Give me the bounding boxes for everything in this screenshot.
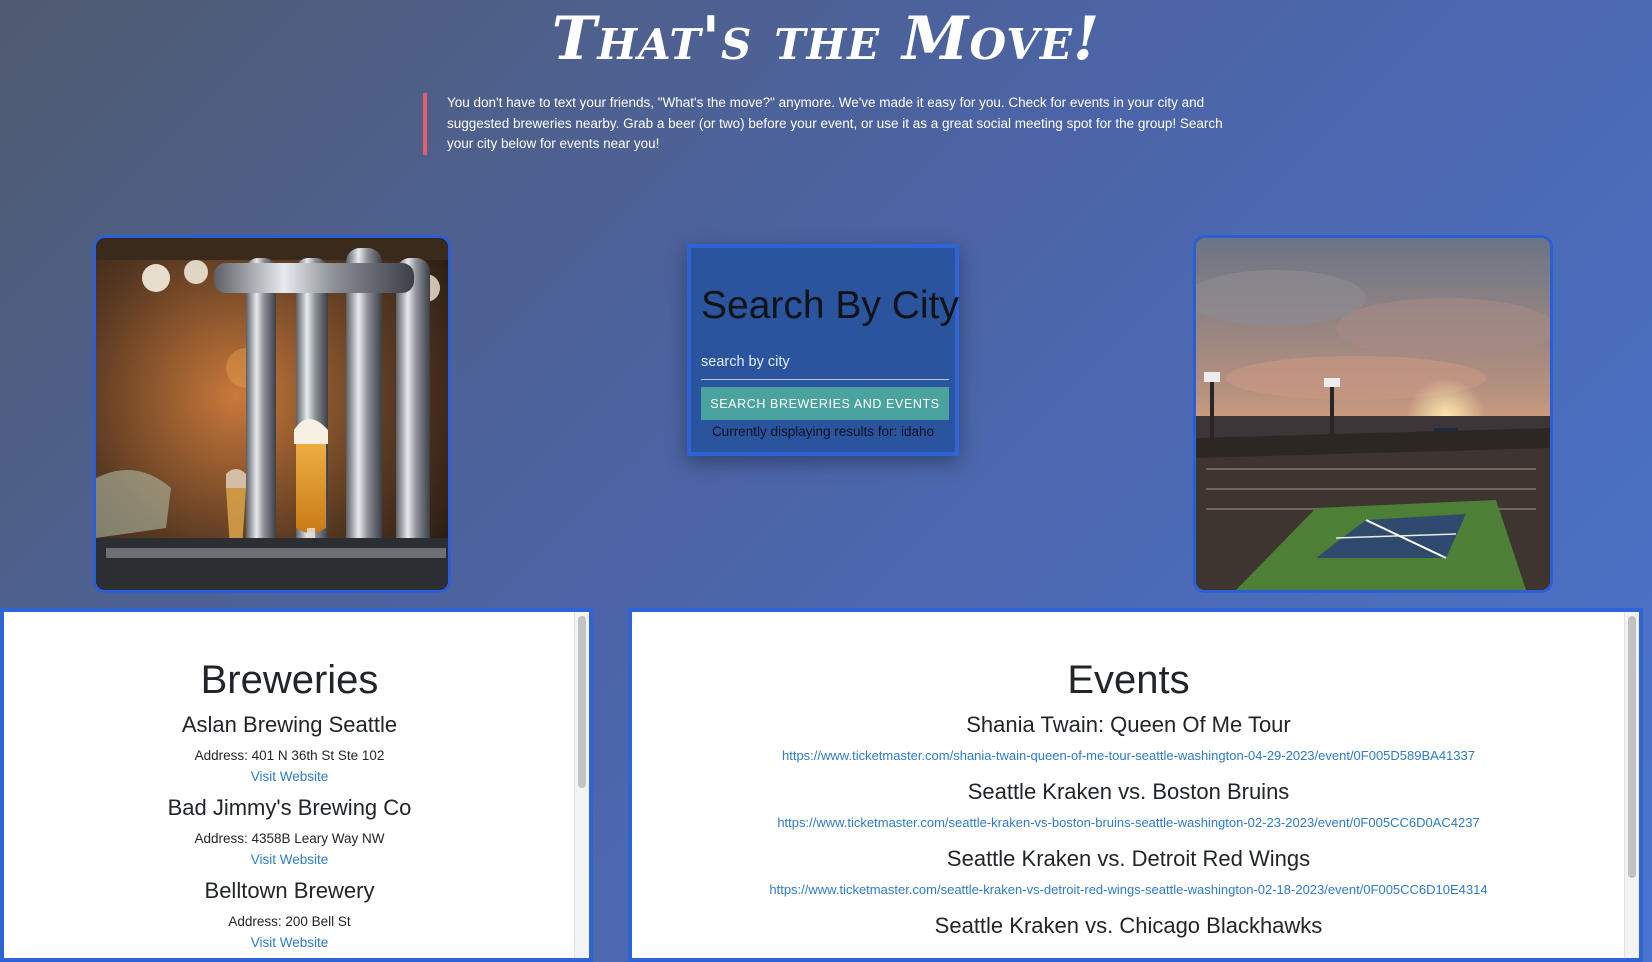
event-ticket-link[interactable]: https://www.ticketmaster.com/seattle-kra… [632,812,1625,833]
event-name: Seattle Kraken vs. Boston Bruins [967,779,1290,804]
event-ticket-link[interactable]: https://www.ticketmaster.com/seattle-kra… [632,879,1625,900]
search-button[interactable]: SEARCH BREWERIES AND EVENTS [701,387,949,420]
brewery-name: Bad Jimmy's Brewing Co [167,795,412,820]
events-scrollbar-thumb[interactable] [1628,616,1636,878]
events-scrollbar[interactable] [1624,612,1639,958]
brewery-name: Belltown Brewery [204,878,375,903]
event-item: Shania Twain: Queen Of Me Tour https://w… [632,709,1625,766]
brewery-address: Address: 4358B Leary Way NW [194,831,385,846]
brewery-website-link[interactable]: Visit Website [4,849,575,870]
events-heading: Events [1067,658,1190,702]
event-name: Seattle Kraken vs. Chicago Blackhawks [934,913,1323,938]
stadium-image [1196,238,1550,590]
events-panel[interactable]: Events Shania Twain: Queen Of Me Tour ht… [628,608,1643,962]
breweries-panel[interactable]: Breweries Aslan Brewing Seattle Address:… [0,608,593,962]
event-name: Seattle Kraken vs. Detroit Red Wings [946,846,1311,871]
event-ticket-link[interactable]: https://www.ticketmaster.com/shania-twai… [632,745,1625,766]
brewery-address: Address: 401 N 36th St Ste 102 [194,748,385,763]
brewery-address: Address: 200 Bell St [228,914,351,929]
breweries-scrollbar-thumb[interactable] [578,616,586,788]
event-item: Seattle Kraken vs. Chicago Blackhawks [632,910,1625,942]
breweries-heading: Breweries [200,658,379,702]
app-title: That's the Move! [551,4,1101,74]
search-card: Search By City SEARCH BREWERIES AND EVEN… [687,244,959,456]
event-name: Shania Twain: Queen Of Me Tour [966,712,1291,737]
intro-text: You don't have to text your friends, "Wh… [423,93,1252,155]
stadium-photo [1193,235,1553,593]
brewery-item: Bad Jimmy's Brewing Co Address: 4358B Le… [4,792,575,870]
search-status-text: Currently displaying results for: idaho [711,424,935,439]
brewery-item: Belltown Brewery Address: 200 Bell St Vi… [4,875,575,953]
brewery-website-link[interactable]: Visit Website [4,766,575,787]
beer-tap-image [96,238,448,590]
brewery-item: Aslan Brewing Seattle Address: 401 N 36t… [4,709,575,787]
breweries-scrollbar[interactable] [574,612,589,958]
search-heading: Search By City [701,284,959,327]
beer-tap-photo [93,235,451,593]
brewery-name: Aslan Brewing Seattle [181,712,398,737]
event-item: Seattle Kraken vs. Detroit Red Wings htt… [632,843,1625,900]
search-input[interactable] [701,354,949,380]
brewery-website-link[interactable]: Visit Website [4,932,575,953]
event-item: Seattle Kraken vs. Boston Bruins https:/… [632,776,1625,833]
